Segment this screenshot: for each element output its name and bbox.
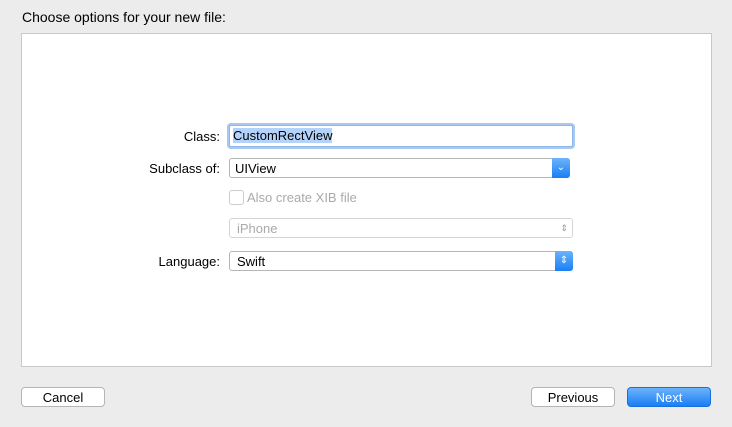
language-value: Swift <box>237 254 265 269</box>
options-panel <box>21 33 712 367</box>
device-popup[interactable]: iPhone ⇕ <box>229 218 573 238</box>
class-label: Class: <box>100 129 220 144</box>
class-input[interactable]: CustomRectView <box>229 125 573 147</box>
subclass-popup[interactable]: UIView ⌄ <box>229 158 570 178</box>
updown-chevron-icon: ⇕ <box>560 219 568 238</box>
xib-label: Also create XIB file <box>247 190 357 205</box>
subclass-label: Subclass of: <box>100 161 220 176</box>
dialog-title: Choose options for your new file: <box>22 9 226 25</box>
next-button[interactable]: Next <box>627 387 711 407</box>
previous-button[interactable]: Previous <box>531 387 615 407</box>
device-value: iPhone <box>237 221 277 236</box>
language-label: Language: <box>100 254 220 269</box>
updown-chevron-icon: ⇕ <box>555 251 573 271</box>
cancel-button[interactable]: Cancel <box>21 387 105 407</box>
xib-checkbox[interactable] <box>229 190 244 205</box>
chevron-down-icon: ⌄ <box>552 158 570 178</box>
class-value: CustomRectView <box>233 128 332 143</box>
language-popup[interactable]: Swift ⇕ <box>229 251 573 271</box>
subclass-value: UIView <box>235 161 276 176</box>
